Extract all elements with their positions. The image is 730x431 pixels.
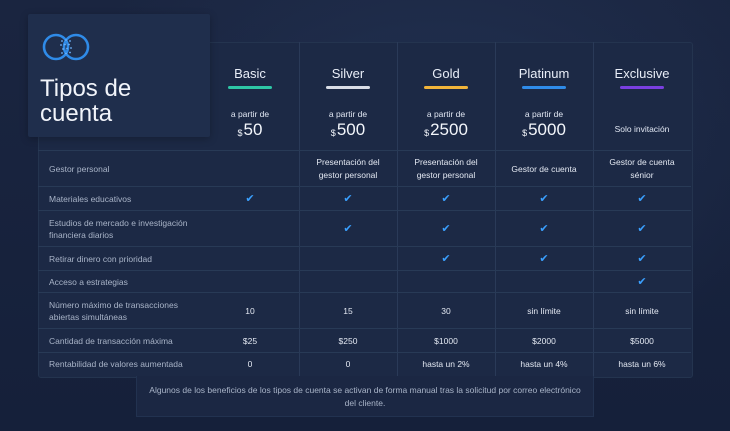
table-row: Cantidad de transacción máxima $25 $250 $10… <box>38 328 691 353</box>
price-value: 500 <box>336 120 366 139</box>
currency-symbol: $ <box>237 128 243 138</box>
table-cell: sin límite <box>625 305 659 316</box>
row-label: Cantidad de transacción máxima <box>49 336 173 346</box>
plan-from-label: a partir de <box>328 109 368 119</box>
table-cell: 0 <box>247 358 253 369</box>
row-label: Gestor personal <box>49 164 110 174</box>
check-icon: ✔ <box>539 192 549 205</box>
currency-symbol: $ <box>330 128 336 138</box>
plan-from-label: a partir de <box>426 109 466 119</box>
table-cell: Presentación del gestor personal <box>414 157 478 180</box>
row-label: Acceso a estrategias <box>49 277 128 287</box>
table-cell: 0 <box>345 358 351 369</box>
plan-price: $500 <box>299 120 397 140</box>
plan-name: Basic <box>234 66 266 81</box>
table-cell: $2000 <box>532 335 556 346</box>
price-value: 5000 <box>528 120 566 139</box>
footnote-text: Algunos de los beneficios de los tipos d… <box>149 385 581 408</box>
price-value: 2500 <box>430 120 468 139</box>
currency-symbol: $ <box>522 128 528 138</box>
plan-color-bar <box>424 86 468 89</box>
check-icon: ✔ <box>441 252 451 265</box>
table-cell: Presentación del gestor personal <box>316 157 380 180</box>
check-icon: ✔ <box>637 222 647 235</box>
table-cell: sin límite <box>527 305 561 316</box>
plan-header-silver: Silver a partir de $500 <box>299 42 397 150</box>
plan-color-bar <box>620 86 664 89</box>
title-card: Tipos de cuenta <box>28 14 210 137</box>
page-title: Tipos de cuenta <box>40 75 132 127</box>
plan-header-gold: Gold a partir de $2500 <box>397 42 495 150</box>
check-icon: ✔ <box>539 222 549 235</box>
check-icon: ✔ <box>343 192 353 205</box>
table-cell: $250 <box>338 335 358 346</box>
check-icon: ✔ <box>245 192 255 205</box>
row-label: Número máximo de transacciones abiertas … <box>49 300 178 322</box>
table-cell: hasta un 6% <box>618 358 666 369</box>
row-label: Retirar dinero con prioridad <box>49 254 152 264</box>
table-row: Gestor personal Presentación del gestor p… <box>38 150 691 187</box>
table-cell: hasta un 4% <box>520 358 568 369</box>
plan-from-label: a partir de <box>230 109 270 119</box>
plan-from-label: a partir de <box>524 109 564 119</box>
logo-icon <box>42 33 90 61</box>
table-cell: $1000 <box>434 335 458 346</box>
plan-name: Silver <box>331 66 365 81</box>
table-row: Acceso a estrategias ✔ <box>38 270 691 293</box>
price-value: 50 <box>243 120 263 139</box>
table-cell: hasta un 2% <box>422 358 470 369</box>
plan-header-basic: Basic a partir de $50 <box>201 42 299 150</box>
check-icon: ✔ <box>637 275 647 288</box>
row-label: Estudios de mercado e investigación fina… <box>49 218 188 240</box>
check-icon: ✔ <box>441 192 451 205</box>
table-cell: 10 <box>245 305 255 316</box>
row-label: Materiales educativos <box>49 194 132 204</box>
table-cell: $25 <box>242 335 258 346</box>
check-icon: ✔ <box>637 252 647 265</box>
table-cell: 15 <box>343 305 353 316</box>
table-cell: Gestor de cuenta <box>511 163 577 174</box>
table-row: Rentabilidad de valores aumentada 0 0 hasta… <box>38 352 691 375</box>
table-cell: 30 <box>441 305 451 316</box>
plan-color-bar <box>228 86 272 89</box>
plan-price: $5000 <box>495 120 593 140</box>
table-cell: Gestor de cuenta sénior <box>609 157 675 180</box>
plan-name: Platinum <box>518 66 570 81</box>
plan-price: $50 <box>201 120 299 140</box>
footnote: Algunos de los beneficios de los tipos d… <box>136 376 594 417</box>
check-icon: ✔ <box>441 222 451 235</box>
table-row: Materiales educativos ✔ ✔ ✔ ✔ ✔ <box>38 186 691 211</box>
plan-header-exclusive: Exclusive Solo invitación <box>593 42 691 150</box>
check-icon: ✔ <box>539 252 549 265</box>
table-row: Estudios de mercado e investigación fina… <box>38 210 691 247</box>
table-row: Retirar dinero con prioridad ✔ ✔ ✔ <box>38 246 691 271</box>
check-icon: ✔ <box>343 222 353 235</box>
plan-name: Gold <box>432 66 460 81</box>
table-row: Número máximo de transacciones abiertas … <box>38 292 691 329</box>
plan-name: Exclusive <box>614 66 670 81</box>
plan-color-bar <box>326 86 370 89</box>
check-icon: ✔ <box>637 192 647 205</box>
row-label: Rentabilidad de valores aumentada <box>49 359 183 369</box>
plan-price: $2500 <box>397 120 495 140</box>
currency-symbol: $ <box>424 128 430 138</box>
plan-header-platinum: Platinum a partir de $5000 <box>495 42 593 150</box>
table-cell: $5000 <box>630 335 654 346</box>
plan-invite-only: Solo invitación <box>614 124 670 134</box>
plan-color-bar <box>522 86 566 89</box>
